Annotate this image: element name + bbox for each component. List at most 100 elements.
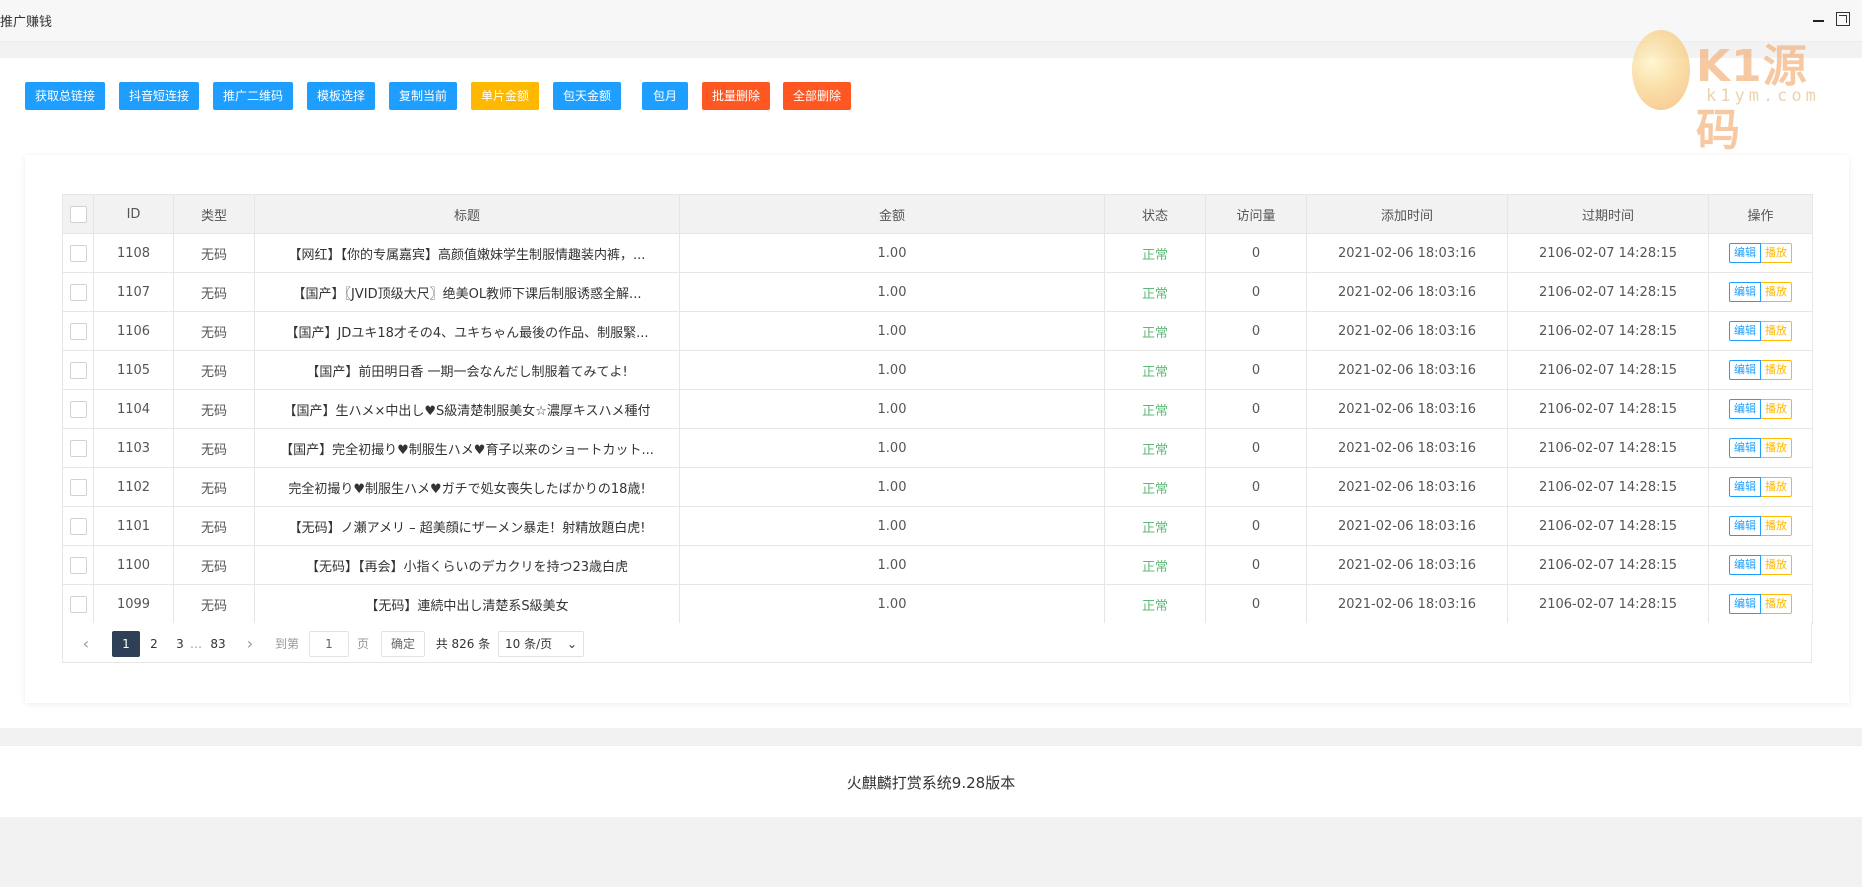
- page-2[interactable]: 2: [145, 631, 163, 657]
- cell-id: 1103: [93, 428, 174, 468]
- play-button[interactable]: 播放: [1761, 360, 1792, 380]
- prev-page-icon[interactable]: ‹: [79, 631, 93, 657]
- delete-all-button[interactable]: 全部删除: [783, 82, 851, 110]
- cell-status: 正常: [1104, 584, 1206, 624]
- edit-button[interactable]: 编辑: [1729, 594, 1761, 614]
- cell-visits: 0: [1205, 506, 1307, 546]
- header-amount[interactable]: 金额: [679, 194, 1105, 234]
- copy-current-button[interactable]: 复制当前: [389, 82, 457, 110]
- header-expires[interactable]: 过期时间: [1507, 194, 1709, 234]
- edit-button[interactable]: 编辑: [1729, 555, 1761, 575]
- row-select-cell[interactable]: [62, 311, 94, 351]
- play-button[interactable]: 播放: [1761, 438, 1792, 458]
- douyin-short-link-button[interactable]: 抖音短连接: [119, 82, 199, 110]
- template-select-button[interactable]: 模板选择: [307, 82, 375, 110]
- edit-button[interactable]: 编辑: [1729, 321, 1761, 341]
- cell-added: 2021-02-06 18:03:16: [1306, 272, 1508, 312]
- cell-type: 无码: [173, 233, 255, 273]
- row-select-cell[interactable]: [62, 389, 94, 429]
- header-title[interactable]: 标题: [254, 194, 680, 234]
- edit-button[interactable]: 编辑: [1729, 360, 1761, 380]
- row-select-cell[interactable]: [62, 584, 94, 624]
- goto-page-input[interactable]: 1: [309, 631, 349, 657]
- row-checkbox[interactable]: [69, 400, 87, 418]
- edit-button[interactable]: 编辑: [1729, 438, 1761, 458]
- cell-ops: 编辑 播放: [1708, 467, 1813, 507]
- edit-button[interactable]: 编辑: [1729, 399, 1761, 419]
- table-row: 1105 无码 【国产】前田明日香 一期一会なんだし制服着てみてよ! 1.00 正常 0 2…: [62, 350, 1813, 390]
- cell-expires: 2106-02-07 14:28:15: [1507, 389, 1709, 429]
- cell-expires: 2106-02-07 14:28:15: [1507, 506, 1709, 546]
- row-select-cell[interactable]: [62, 350, 94, 390]
- play-button[interactable]: 播放: [1761, 477, 1792, 497]
- monthly-button[interactable]: 包月: [642, 82, 688, 110]
- batch-delete-button[interactable]: 批量删除: [702, 82, 770, 110]
- play-button[interactable]: 播放: [1761, 243, 1792, 263]
- goto-confirm-button[interactable]: 确定: [381, 631, 425, 657]
- header-id[interactable]: ID: [93, 194, 174, 234]
- row-checkbox[interactable]: [69, 556, 87, 574]
- edit-button[interactable]: 编辑: [1729, 477, 1761, 497]
- play-button[interactable]: 播放: [1761, 399, 1792, 419]
- header-visits[interactable]: 访问量: [1205, 194, 1307, 234]
- cell-amount: 1.00: [679, 350, 1105, 390]
- row-checkbox[interactable]: [69, 517, 87, 535]
- page-3[interactable]: 3: [171, 631, 189, 657]
- edit-button[interactable]: 编辑: [1729, 516, 1761, 536]
- edit-button[interactable]: 编辑: [1729, 282, 1761, 302]
- row-checkbox[interactable]: [69, 244, 87, 262]
- cell-amount: 1.00: [679, 272, 1105, 312]
- page-last[interactable]: 83: [207, 631, 229, 657]
- minimize-icon[interactable]: [1812, 12, 1826, 26]
- play-button[interactable]: 播放: [1761, 516, 1792, 536]
- page-ellipsis: …: [190, 637, 202, 651]
- play-button[interactable]: 播放: [1761, 555, 1792, 575]
- row-checkbox[interactable]: [69, 283, 87, 301]
- cell-status: 正常: [1104, 389, 1206, 429]
- row-checkbox[interactable]: [69, 322, 87, 340]
- cell-ops: 编辑 播放: [1708, 272, 1813, 312]
- row-checkbox[interactable]: [69, 478, 87, 496]
- promo-qrcode-button[interactable]: 推广二维码: [213, 82, 293, 110]
- footer: 火麒麟打赏系统9.28版本: [0, 745, 1862, 817]
- play-button[interactable]: 播放: [1761, 282, 1792, 302]
- row-checkbox[interactable]: [69, 361, 87, 379]
- goto-label: 到第: [274, 637, 299, 651]
- row-select-cell[interactable]: [62, 506, 94, 546]
- chevron-down-icon: ⌄: [566, 637, 577, 651]
- select-all-checkbox[interactable]: [69, 205, 87, 223]
- edit-button[interactable]: 编辑: [1729, 243, 1761, 263]
- maximize-icon[interactable]: [1836, 12, 1850, 26]
- play-button[interactable]: 播放: [1761, 594, 1792, 614]
- cell-title: 【无码】【再会】小指くらいのデカクリを持つ23歳白虎: [254, 545, 680, 585]
- cell-expires: 2106-02-07 14:28:15: [1507, 467, 1709, 507]
- get-total-link-button[interactable]: 获取总链接: [25, 82, 105, 110]
- page-1[interactable]: 1: [112, 631, 140, 657]
- cell-type: 无码: [173, 311, 255, 351]
- row-select-cell[interactable]: [62, 545, 94, 585]
- row-select-cell[interactable]: [62, 272, 94, 312]
- cell-status: 正常: [1104, 506, 1206, 546]
- daily-amount-button[interactable]: 包天金额: [553, 82, 621, 110]
- cell-title: 【国产】生ハメ×中出し♥S級清楚制服美女☆濃厚キスハメ種付: [254, 389, 680, 429]
- single-amount-button[interactable]: 单片金额: [471, 82, 539, 110]
- row-select-cell[interactable]: [62, 428, 94, 468]
- row-checkbox[interactable]: [69, 595, 87, 613]
- cell-expires: 2106-02-07 14:28:15: [1507, 584, 1709, 624]
- header-added[interactable]: 添加时间: [1306, 194, 1508, 234]
- next-page-icon[interactable]: ›: [243, 631, 257, 657]
- row-select-cell[interactable]: [62, 467, 94, 507]
- cell-type: 无码: [173, 272, 255, 312]
- select-all-cell[interactable]: [62, 194, 94, 234]
- footer-version: 火麒麟打赏系统9.28版本: [846, 774, 1016, 792]
- row-select-cell[interactable]: [62, 233, 94, 273]
- cell-ops: 编辑 播放: [1708, 584, 1813, 624]
- cell-title: 【网红】【你的专属嘉宾】高颜值嫩妹学生制服情趣装内裤，...: [254, 233, 680, 273]
- window-title: 推广赚钱: [0, 15, 53, 30]
- per-page-select[interactable]: 10 条/页 ⌄: [498, 631, 584, 657]
- play-button[interactable]: 播放: [1761, 321, 1792, 341]
- row-checkbox[interactable]: [69, 439, 87, 457]
- cell-ops: 编辑 播放: [1708, 389, 1813, 429]
- header-type[interactable]: 类型: [173, 194, 255, 234]
- header-status[interactable]: 状态: [1104, 194, 1206, 234]
